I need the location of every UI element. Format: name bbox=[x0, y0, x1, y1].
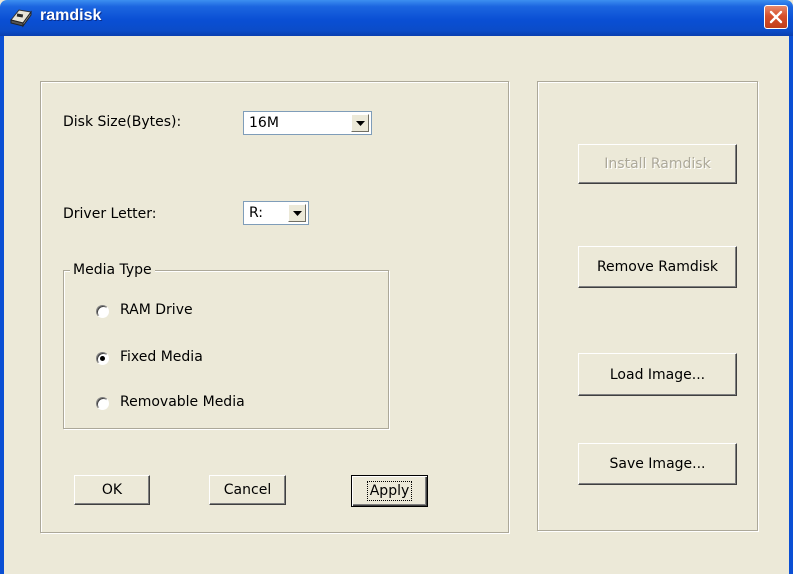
save-image-button[interactable]: Save Image... bbox=[578, 443, 737, 485]
apply-button[interactable]: Apply bbox=[351, 475, 428, 507]
drive-letter-label: Driver Letter: bbox=[63, 206, 157, 222]
ok-button[interactable]: OK bbox=[74, 475, 150, 505]
window-frame-right bbox=[789, 36, 793, 574]
cancel-button[interactable]: Cancel bbox=[209, 475, 286, 505]
close-icon bbox=[769, 10, 783, 24]
chevron-down-icon bbox=[293, 211, 302, 216]
ramdisk-app-icon bbox=[9, 6, 33, 28]
ram-drive-label[interactable]: RAM Drive bbox=[120, 302, 193, 318]
radio-selected-dot bbox=[100, 356, 105, 361]
ok-button-label: OK bbox=[101, 482, 123, 498]
drive-letter-value: R: bbox=[249, 205, 264, 221]
drive-letter-dropdown-button[interactable] bbox=[288, 204, 306, 222]
drive-letter-combo[interactable]: R: bbox=[243, 201, 309, 225]
disk-size-value: 16M bbox=[249, 115, 279, 131]
window-title: ramdisk bbox=[40, 7, 102, 24]
remove-ramdisk-button[interactable]: Remove Ramdisk bbox=[578, 246, 737, 288]
removable-media-label[interactable]: Removable Media bbox=[120, 394, 245, 410]
media-type-legend: Media Type bbox=[70, 262, 155, 278]
disk-size-dropdown-button[interactable] bbox=[351, 114, 369, 132]
cancel-button-label: Cancel bbox=[223, 482, 272, 498]
install-ramdisk-label: Install Ramdisk bbox=[604, 156, 711, 172]
save-image-label: Save Image... bbox=[609, 456, 706, 472]
removable-media-radio[interactable] bbox=[96, 397, 109, 410]
chevron-down-icon bbox=[356, 121, 365, 126]
disk-size-combo[interactable]: 16M bbox=[243, 111, 372, 135]
ram-drive-radio[interactable] bbox=[96, 305, 109, 318]
load-image-button[interactable]: Load Image... bbox=[578, 353, 737, 396]
install-ramdisk-button[interactable]: Install Ramdisk bbox=[578, 144, 737, 184]
remove-ramdisk-label: Remove Ramdisk bbox=[596, 259, 719, 275]
disk-size-label: Disk Size(Bytes): bbox=[63, 114, 182, 130]
title-bar[interactable]: ramdisk bbox=[0, 0, 793, 36]
fixed-media-label[interactable]: Fixed Media bbox=[120, 349, 203, 365]
apply-button-label: Apply bbox=[366, 481, 413, 501]
window-frame-left bbox=[0, 36, 4, 574]
fixed-media-radio[interactable] bbox=[96, 352, 109, 365]
load-image-label: Load Image... bbox=[609, 366, 706, 383]
close-button[interactable] bbox=[764, 5, 788, 29]
